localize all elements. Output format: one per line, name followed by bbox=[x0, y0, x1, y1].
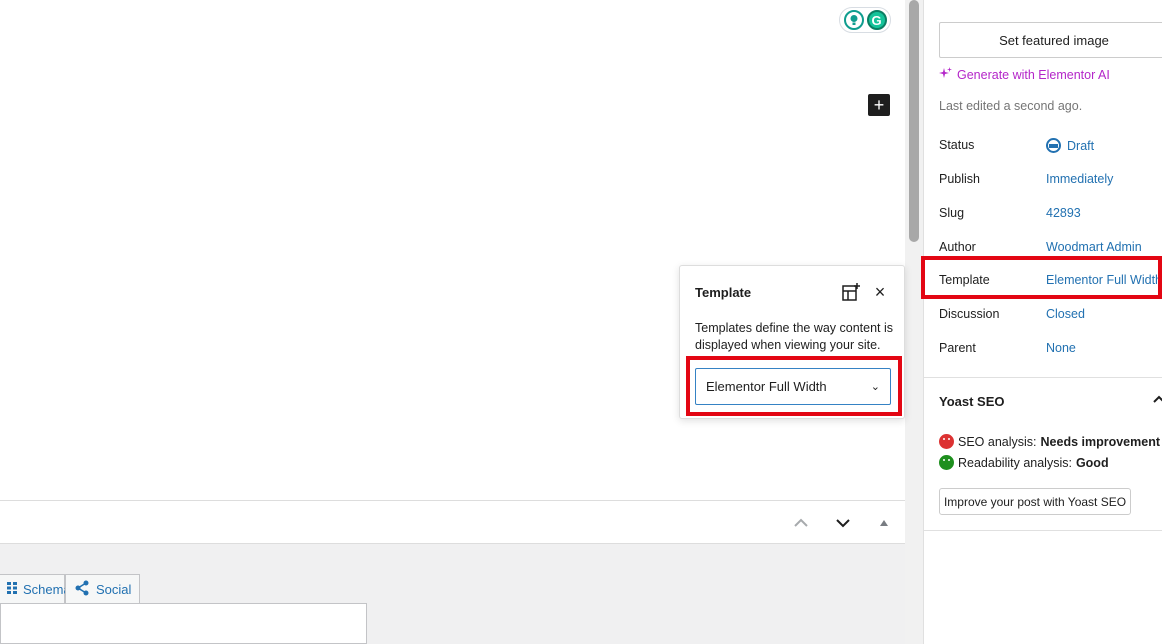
tab-schema[interactable]: Schema bbox=[0, 574, 71, 604]
tab-label: Schema bbox=[23, 582, 71, 597]
row-label: Publish bbox=[939, 172, 980, 186]
readability-value: Good bbox=[1075, 455, 1109, 470]
add-template-icon[interactable] bbox=[841, 282, 861, 302]
template-row-highlight bbox=[921, 256, 1162, 299]
row-label: Discussion bbox=[939, 307, 1000, 321]
parent-value[interactable]: None bbox=[1046, 341, 1076, 355]
editor-scrollbar[interactable] bbox=[905, 0, 923, 644]
publish-value[interactable]: Immediately bbox=[1046, 172, 1113, 186]
publish-row: Publish Immediately bbox=[939, 172, 1162, 192]
popover-description: Templates define the way content is disp… bbox=[695, 321, 894, 352]
chevron-up-icon[interactable] bbox=[1153, 390, 1162, 406]
metabox-toggle-bar bbox=[0, 500, 905, 544]
grammarly-icon[interactable]: G bbox=[866, 10, 887, 30]
grid-icon bbox=[7, 582, 17, 597]
chevron-down-icon: ⌄ bbox=[870, 381, 880, 393]
divider bbox=[924, 377, 1162, 378]
status-label: Draft bbox=[1067, 138, 1095, 153]
select-highlight-box: Elementor Full Width ⌄ bbox=[686, 356, 902, 416]
last-edited-text: Last edited a second ago. bbox=[939, 99, 1083, 113]
divider bbox=[924, 530, 1162, 531]
seo-analysis-line: SEO analysis: Needs improvement bbox=[939, 434, 1160, 449]
improve-with-yoast-button[interactable]: Improve your post with Yoast SEO bbox=[939, 488, 1131, 515]
template-select-value: Elementor Full Width bbox=[706, 379, 827, 394]
readability-analysis-line: Readability analysis: Good bbox=[939, 455, 1109, 470]
add-block-button[interactable]: + bbox=[868, 94, 890, 116]
discussion-value[interactable]: Closed bbox=[1046, 307, 1085, 321]
extension-badge[interactable]: G bbox=[839, 7, 891, 33]
popover-title: Template bbox=[695, 285, 752, 300]
seo-analysis-value: Needs improvement bbox=[1040, 434, 1160, 449]
row-label: Status bbox=[939, 138, 975, 152]
set-featured-image-button[interactable]: Set featured image bbox=[939, 22, 1162, 58]
row-label: Parent bbox=[939, 341, 976, 355]
slug-value[interactable]: 42893 bbox=[1046, 206, 1081, 220]
discussion-row: Discussion Closed bbox=[939, 307, 1162, 327]
editor-canvas[interactable]: G + bbox=[0, 0, 905, 500]
readability-label: Readability analysis: bbox=[958, 455, 1072, 470]
row-label: Slug bbox=[939, 206, 965, 220]
slug-row: Slug 42893 bbox=[939, 206, 1162, 226]
sad-face-icon bbox=[939, 434, 954, 449]
close-icon[interactable]: × bbox=[871, 282, 889, 302]
move-up-icon[interactable] bbox=[789, 511, 813, 535]
metabox-panel bbox=[0, 603, 367, 644]
settings-sidebar: Set featured image Generate with Element… bbox=[923, 0, 1162, 644]
happy-face-icon bbox=[939, 455, 954, 470]
tab-social[interactable]: Social bbox=[65, 574, 140, 604]
parent-row: Parent None bbox=[939, 341, 1162, 361]
tab-label: Social bbox=[96, 582, 132, 597]
sparkle-icon bbox=[939, 67, 952, 83]
collapse-triangle-icon[interactable] bbox=[872, 511, 896, 535]
generate-ai-link[interactable]: Generate with Elementor AI bbox=[939, 67, 1110, 83]
generate-ai-label: Generate with Elementor AI bbox=[957, 68, 1110, 82]
template-popover: Template × Templates define the way cont… bbox=[679, 265, 905, 419]
lightbulb-icon[interactable] bbox=[843, 10, 864, 30]
template-select[interactable]: Elementor Full Width ⌄ bbox=[695, 368, 891, 405]
status-value[interactable]: Draft bbox=[1046, 138, 1094, 153]
yoast-panel-title[interactable]: Yoast SEO bbox=[939, 394, 1005, 409]
scrollbar-thumb[interactable] bbox=[909, 0, 919, 242]
move-down-icon[interactable] bbox=[831, 511, 855, 535]
author-value[interactable]: Woodmart Admin bbox=[1046, 240, 1142, 254]
draft-status-icon bbox=[1046, 138, 1061, 153]
share-icon bbox=[74, 580, 90, 599]
row-label: Author bbox=[939, 240, 976, 254]
status-row: Status Draft bbox=[939, 138, 1162, 158]
seo-analysis-label: SEO analysis: bbox=[958, 434, 1037, 449]
